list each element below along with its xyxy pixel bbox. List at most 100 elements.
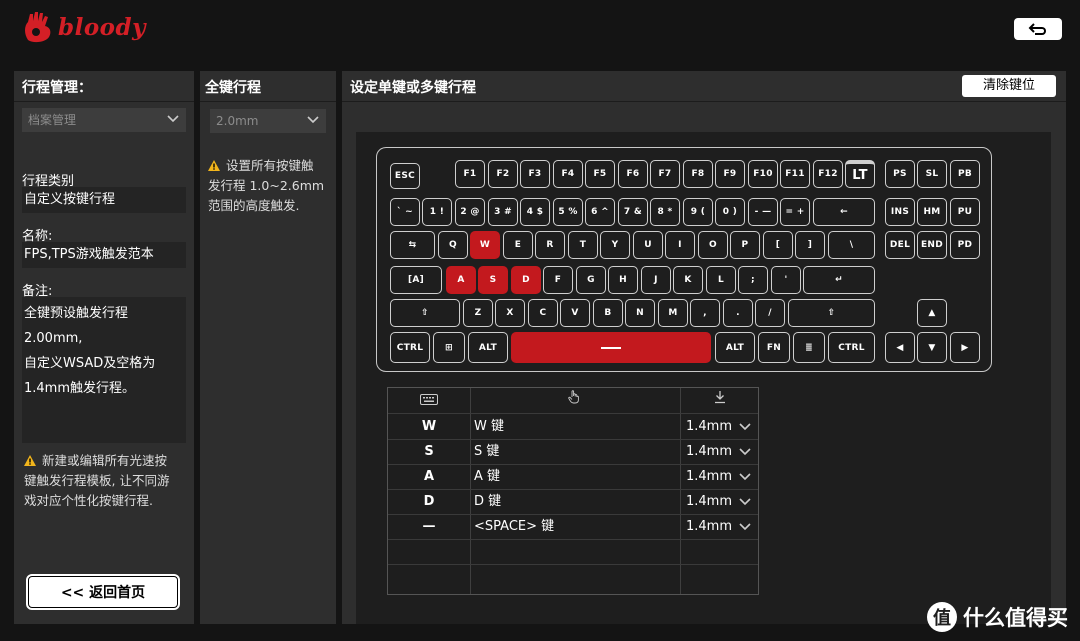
key-f[interactable]: F — [543, 266, 573, 294]
key-f2[interactable]: F2 — [488, 160, 518, 188]
key-f4[interactable]: F4 — [553, 160, 583, 188]
key-c[interactable]: C — [528, 299, 558, 327]
key-1[interactable]: 1 ! — [422, 198, 452, 226]
key-symbol[interactable]: ] — [795, 231, 825, 259]
key-f12[interactable]: F12 — [813, 160, 843, 188]
key-3[interactable]: 3 # — [488, 198, 518, 226]
key-6[interactable]: 6 ^ — [585, 198, 615, 226]
key-alt[interactable]: ALT — [715, 332, 755, 363]
key-l[interactable]: L — [706, 266, 736, 294]
key-g[interactable]: G — [576, 266, 606, 294]
chevron-down-icon[interactable] — [738, 422, 752, 432]
key-b[interactable]: B — [593, 299, 623, 327]
note-field[interactable]: 全键预设触发行程2.00mm, 自定义WSAD及空格为 1.4mm触发行程。 — [22, 297, 186, 443]
key-lt[interactable]: LT — [845, 160, 875, 188]
back-button[interactable] — [1014, 18, 1062, 40]
key-4[interactable]: 4 $ — [520, 198, 550, 226]
key-ins[interactable]: INS — [885, 198, 915, 226]
key-e[interactable]: E — [503, 231, 533, 259]
key-symbol[interactable]: ; — [738, 266, 768, 294]
key-symbol[interactable]: ⇧ — [788, 299, 875, 327]
key-symbol[interactable]: . — [723, 299, 753, 327]
key-symbol[interactable]: ← — [813, 198, 875, 226]
key-a[interactable]: [A] — [390, 266, 442, 294]
key-del[interactable]: DEL — [885, 231, 915, 259]
key-f1[interactable]: F1 — [455, 160, 485, 188]
key-m[interactable]: M — [658, 299, 688, 327]
key-ctrl[interactable]: CTRL — [390, 332, 430, 363]
key-x[interactable]: X — [495, 299, 525, 327]
key-f5[interactable]: F5 — [585, 160, 615, 188]
name-field[interactable]: FPS,TPS游戏触发范本 — [22, 242, 186, 268]
key-j[interactable]: J — [641, 266, 671, 294]
key-symbol[interactable]: ` ~ — [390, 198, 420, 226]
key-fn[interactable]: FN — [758, 332, 790, 363]
key-pd[interactable]: PD — [950, 231, 980, 259]
travel-select[interactable]: 2.0mm — [210, 109, 326, 133]
key-p[interactable]: P — [730, 231, 760, 259]
key-symbol[interactable]: = + — [780, 198, 810, 226]
key-o[interactable]: O — [698, 231, 728, 259]
key-f7[interactable]: F7 — [650, 160, 680, 188]
key-a[interactable]: A — [446, 266, 476, 294]
key-f8[interactable]: F8 — [683, 160, 713, 188]
key-z[interactable]: Z — [463, 299, 493, 327]
clear-keys-button[interactable]: 清除键位 — [962, 75, 1056, 97]
key-f9[interactable]: F9 — [715, 160, 745, 188]
key-y[interactable]: Y — [600, 231, 630, 259]
key-7[interactable]: 7 & — [618, 198, 648, 226]
key-v[interactable]: V — [560, 299, 590, 327]
return-home-button[interactable]: << 返回首页 — [26, 574, 180, 610]
chevron-down-icon[interactable] — [738, 447, 752, 457]
travel-select-cell[interactable]: 1.4mm — [686, 514, 732, 539]
key-esc[interactable]: ESC — [390, 163, 420, 189]
travel-select-cell[interactable]: 1.4mm — [686, 414, 732, 439]
key-t[interactable]: T — [568, 231, 598, 259]
key-pb[interactable]: PB — [950, 160, 980, 188]
key-symbol[interactable]: ◀ — [885, 332, 915, 363]
key-end[interactable]: END — [917, 231, 947, 259]
key-sl[interactable]: SL — [917, 160, 947, 188]
chevron-down-icon[interactable] — [738, 472, 752, 482]
key-h[interactable]: H — [608, 266, 638, 294]
key-9[interactable]: 9 ( — [683, 198, 713, 226]
key-d[interactable]: D — [511, 266, 541, 294]
key-0[interactable]: 0 ) — [715, 198, 745, 226]
key-s[interactable]: S — [478, 266, 508, 294]
key-symbol[interactable]: ▶ — [950, 332, 980, 363]
key-5[interactable]: 5 % — [553, 198, 583, 226]
key-q[interactable]: Q — [438, 231, 468, 259]
travel-select-cell[interactable]: 1.4mm — [686, 489, 732, 514]
key-i[interactable]: I — [665, 231, 695, 259]
key-symbol[interactable]: ' — [771, 266, 801, 294]
key-8[interactable]: 8 * — [650, 198, 680, 226]
travel-select-cell[interactable]: 1.4mm — [686, 464, 732, 489]
key-symbol[interactable]: / — [755, 299, 785, 327]
key-symbol[interactable]: - — — [748, 198, 778, 226]
key-f3[interactable]: F3 — [520, 160, 550, 188]
travel-select-cell[interactable]: 1.4mm — [686, 439, 732, 464]
key-ps[interactable]: PS — [885, 160, 915, 188]
chevron-down-icon[interactable] — [738, 522, 752, 532]
key-f11[interactable]: F11 — [780, 160, 810, 188]
key-k[interactable]: K — [673, 266, 703, 294]
key-n[interactable]: N — [625, 299, 655, 327]
key-hm[interactable]: HM — [917, 198, 947, 226]
key-symbol[interactable]: , — [690, 299, 720, 327]
key-symbol[interactable]: ▲ — [917, 299, 947, 327]
key-alt[interactable]: ALT — [468, 332, 508, 363]
key-symbol[interactable]: ⇧ — [390, 299, 460, 327]
profile-select[interactable]: 档案管理 — [22, 108, 186, 132]
key-symbol[interactable]: \ — [828, 231, 875, 259]
key-pu[interactable]: PU — [950, 198, 980, 226]
key-space[interactable] — [511, 332, 711, 363]
key-f10[interactable]: F10 — [748, 160, 778, 188]
key-symbol[interactable]: ≣ — [793, 332, 825, 363]
key-w[interactable]: W — [470, 231, 500, 259]
key-symbol[interactable]: [ — [763, 231, 793, 259]
key-u[interactable]: U — [633, 231, 663, 259]
key-r[interactable]: R — [535, 231, 565, 259]
chevron-down-icon[interactable] — [738, 497, 752, 507]
key-symbol[interactable]: ▼ — [917, 332, 947, 363]
key-f6[interactable]: F6 — [618, 160, 648, 188]
